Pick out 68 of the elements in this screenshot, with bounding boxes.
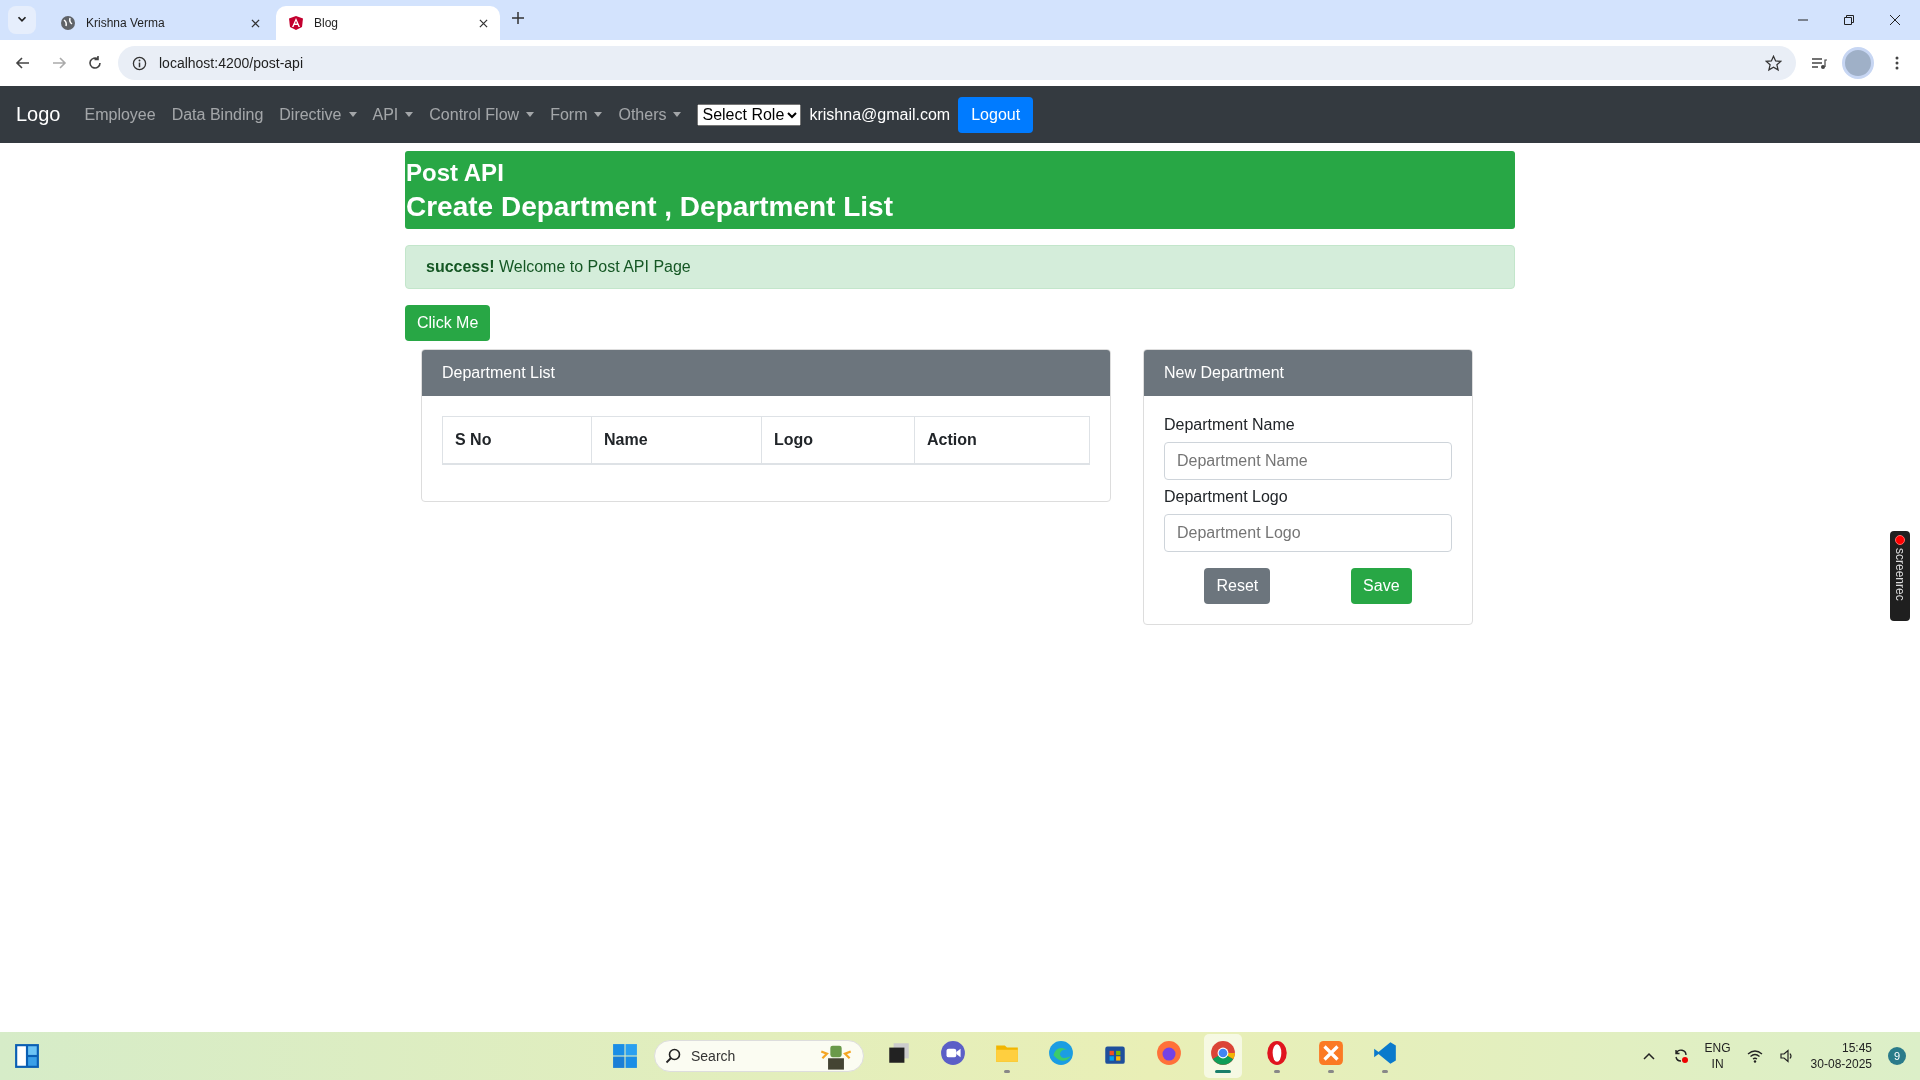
user-email: krishna@gmail.com [809, 105, 951, 124]
nav-link[interactable]: Employee [84, 105, 156, 124]
nav-link[interactable]: Directive [279, 105, 357, 124]
field-label: Department Name [1164, 416, 1296, 434]
xampp-logo-icon [1318, 1039, 1344, 1066]
page-subtitle: Create Department , Department List [406, 191, 894, 223]
recorder-label: screenrec [1893, 548, 1907, 601]
column-header: Name [591, 416, 762, 464]
column-header: Action [914, 416, 1090, 464]
input-field[interactable]: Department Name [1164, 442, 1452, 480]
screen-recorder-widget[interactable]: screenrec [1890, 531, 1910, 621]
page-title: Post API [406, 159, 505, 187]
nav-link[interactable]: API [372, 105, 414, 124]
card-title: New Department [1164, 364, 1285, 381]
new-tab-icon[interactable] [512, 12, 524, 24]
brand-logo-text[interactable]: Logo [16, 103, 61, 126]
start-icon[interactable] [612, 1043, 638, 1069]
search-label: Search [691, 1048, 736, 1064]
nav-link[interactable]: Data Binding [171, 105, 264, 124]
speaker-icon[interactable] [1778, 1048, 1795, 1064]
star-icon[interactable] [1765, 54, 1782, 72]
search-icon [665, 1048, 681, 1064]
language-text: ENG [1704, 1040, 1731, 1056]
card-title: Department List [442, 364, 555, 381]
browser-tab[interactable]: Krishna Verma [48, 6, 272, 40]
nav-link[interactable]: Others [618, 105, 682, 124]
widgets-icon[interactable] [14, 1043, 40, 1069]
back-arrow-icon[interactable] [15, 55, 31, 71]
restore-icon[interactable] [1844, 15, 1854, 25]
record-icon [1895, 535, 1905, 545]
reload-icon[interactable] [87, 55, 103, 71]
media-list-icon[interactable] [1811, 55, 1827, 71]
column-header: S No [442, 416, 592, 464]
reset-button[interactable]: Reset [1204, 568, 1271, 604]
browser-tab[interactable]: Blog [276, 6, 500, 40]
field-label: Department Logo [1164, 488, 1289, 506]
nav-link[interactable]: Control Flow [429, 105, 535, 124]
shield-logo-icon [288, 15, 304, 31]
video-chat-icon [940, 1039, 966, 1066]
close-icon[interactable] [479, 18, 488, 28]
code-editor-icon [1372, 1039, 1398, 1066]
date-text: 30-08-2025 [1810, 1056, 1872, 1072]
alert-message: success! Welcome to Post API Page [426, 258, 691, 275]
tab-list-button[interactable] [8, 6, 36, 34]
ring-icon [1264, 1039, 1290, 1066]
column-header: Logo [761, 416, 915, 464]
globe-icon [60, 15, 76, 31]
sync-icon[interactable] [1672, 1048, 1689, 1064]
save-button[interactable]: Save [1351, 568, 1412, 604]
role-select[interactable]: Select Role [697, 103, 802, 126]
notification-badge[interactable]: 9 [1888, 1047, 1906, 1065]
logout-button[interactable]: Logout [958, 96, 1034, 133]
close-icon[interactable] [251, 18, 260, 28]
address-bar[interactable]: localhost:4200/post-api [118, 46, 1796, 80]
input-field[interactable]: Department Logo [1164, 514, 1452, 552]
time-text: 15:45 [1841, 1040, 1872, 1056]
clock[interactable]: 15:45 30-08-2025 [1810, 1040, 1872, 1072]
url-text: localhost:4200/post-api [159, 55, 304, 71]
nav-link[interactable]: Form [550, 105, 603, 124]
click-me-button[interactable]: Click Me [405, 305, 491, 341]
tab-title: Blog [314, 16, 340, 30]
tab-title: Krishna Verma [86, 16, 166, 30]
taskbar-search[interactable]: Search [654, 1040, 864, 1072]
wifi-icon[interactable] [1746, 1048, 1763, 1064]
region-text: IN [1711, 1056, 1724, 1072]
language-indicator[interactable]: ENG IN [1704, 1040, 1731, 1072]
info-icon [132, 55, 147, 71]
close-icon[interactable] [1890, 15, 1900, 25]
